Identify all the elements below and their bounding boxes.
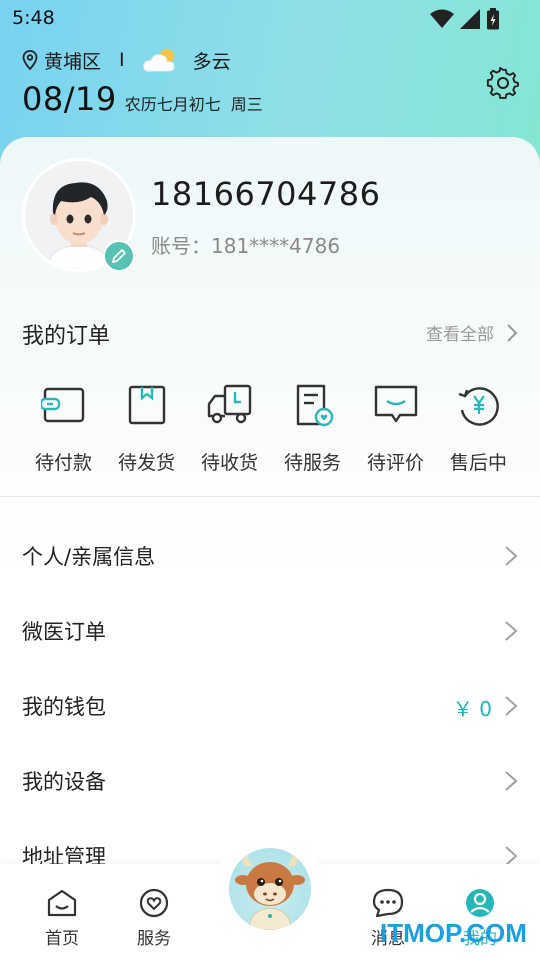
signal-icon [460,9,480,29]
location-pin-icon [22,50,38,70]
order-pending-receipt-label: 待收货 [200,452,258,474]
home-icon [47,889,77,917]
watermark: ITMOP.COM [380,918,527,948]
date-row: 08/19 农历七月初七 周三 [22,80,263,118]
order-pending-shipment-label: 待发货 [117,452,175,474]
chevron-right-icon [507,323,518,342]
menu-personal-info[interactable]: 个人/亲属信息 [0,525,540,585]
location-separator: I [119,49,125,71]
edit-avatar-button[interactable] [103,240,135,272]
settings-button[interactable] [486,66,520,100]
order-pending-service[interactable]: 待服务 [271,382,354,475]
view-all-label: 查看全部 [426,325,494,345]
box-icon [128,385,165,425]
status-bar: 5:48 [0,0,540,36]
order-after-sale[interactable]: 售后中 [437,382,520,475]
weekday: 周三 [230,95,263,114]
chevron-right-icon [505,771,518,791]
lunar-date: 农历七月初七 [124,95,221,114]
account-number: 账号：181****4786 [151,234,341,258]
menu-devices[interactable]: 我的设备 [0,750,540,810]
order-pending-shipment[interactable]: 待发货 [105,382,188,475]
weather-label: 多云 [192,50,231,73]
location-weather-row: 黄埔区 I 多云 [22,47,231,73]
wallet-balance: ￥ 0 [452,697,492,721]
gear-icon [486,66,519,99]
chat-icon [372,888,404,918]
truck-icon [207,384,251,424]
tab-home[interactable]: 首页 [32,888,92,949]
wallet-card-icon [40,387,84,423]
heart-icon [139,888,169,918]
menu-wallet-label: 我的钱包 [22,695,106,719]
battery-icon [487,8,499,30]
view-all-orders-link[interactable]: 查看全部 [426,320,518,345]
date: 08/19 [22,80,117,118]
order-pending-review[interactable]: 待评价 [354,382,437,475]
order-pending-service-label: 待服务 [283,452,341,474]
chevron-right-icon [505,621,518,641]
menu-personal-info-label: 个人/亲属信息 [22,545,156,569]
orders-title: 我的订单 [22,324,111,349]
cow-mascot-icon [235,854,305,930]
status-icons [430,8,500,30]
order-pending-payment[interactable]: 待付款 [22,382,105,475]
comment-icon [374,385,417,423]
mascot-button[interactable] [229,848,311,930]
menu-weiyi-orders-label: 微医订单 [22,620,106,644]
service-doc-icon [296,384,333,427]
chevron-right-icon [505,546,518,566]
profile-icon [466,889,494,917]
wifi-icon [430,9,454,28]
chevron-right-icon [505,696,518,716]
pencil-icon [112,249,126,263]
order-status-grid: 待付款 待发货 待收货 待服务 待评价 售后中 [22,382,520,475]
section-divider [0,496,540,497]
status-time: 5:48 [12,7,55,29]
tab-services-label: 服务 [137,929,171,949]
menu-weiyi-orders[interactable]: 微医订单 [0,600,540,660]
menu-wallet[interactable]: 我的钱包 ￥ 0 [0,675,540,735]
user-phone: 18166704786 [151,175,381,213]
tab-home-label: 首页 [45,929,79,949]
refund-icon [458,387,499,426]
menu-devices-label: 我的设备 [22,770,106,794]
order-pending-payment-label: 待付款 [34,452,92,474]
order-pending-review-label: 待评价 [366,452,424,474]
order-pending-receipt[interactable]: 待收货 [188,382,271,475]
location-label[interactable]: 黄埔区 [44,47,101,74]
order-after-sale-label: 售后中 [449,452,507,474]
tab-services[interactable]: 服务 [124,888,184,949]
cloudy-weather-icon [142,49,175,72]
